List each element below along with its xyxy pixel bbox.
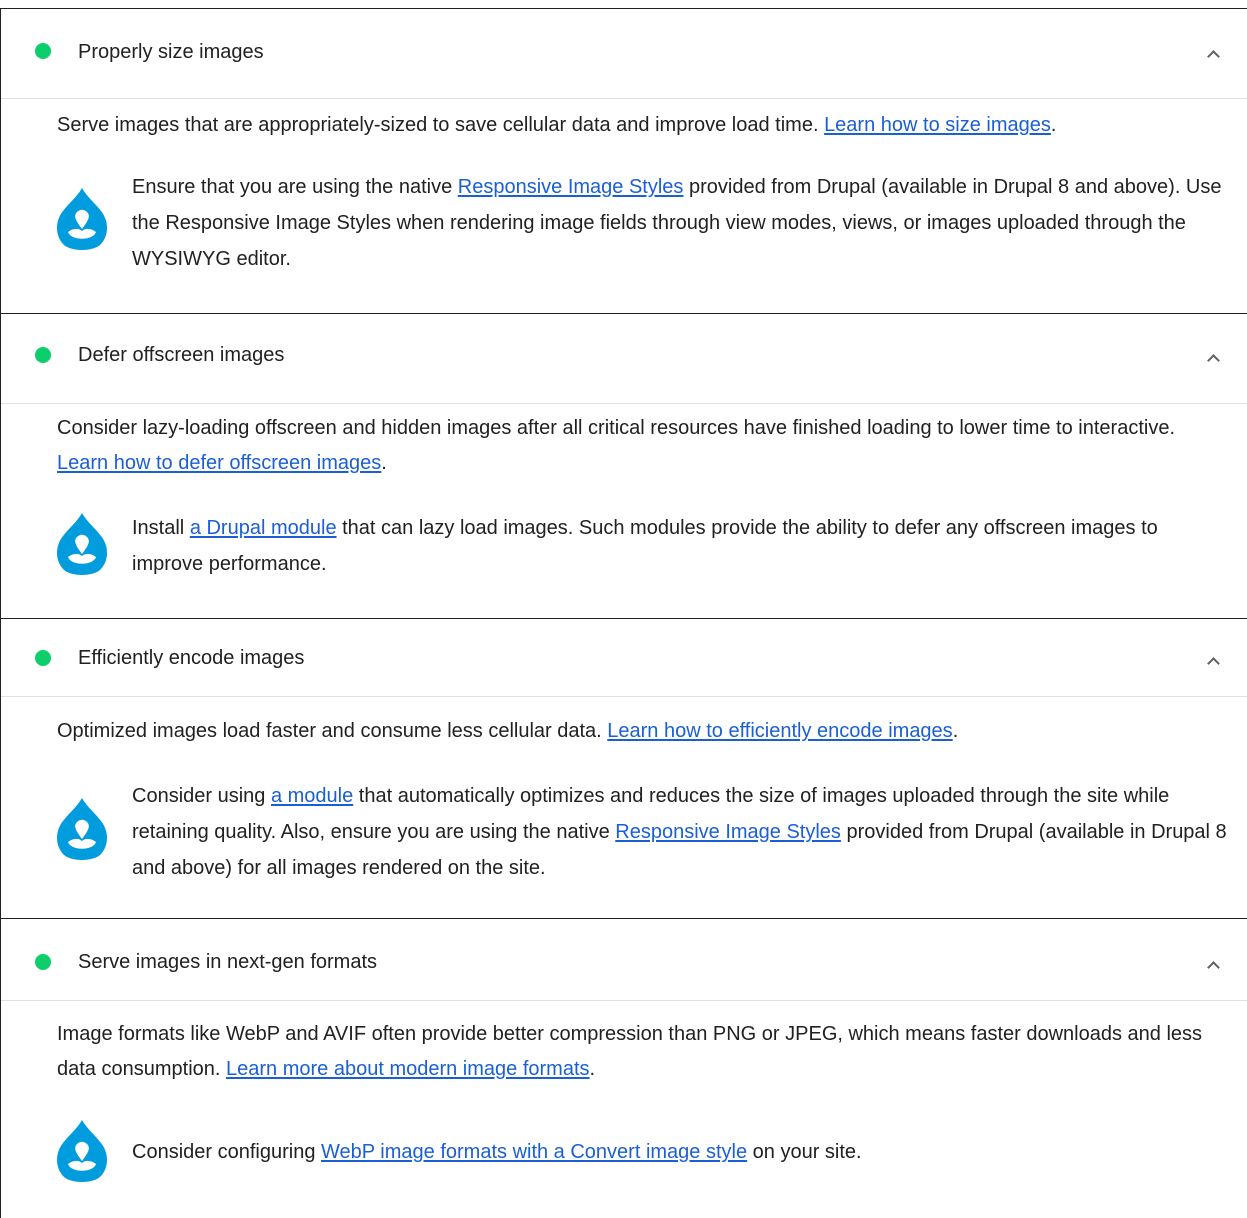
- chevron-up-icon[interactable]: [1207, 961, 1220, 974]
- pass-dot-icon: [35, 954, 51, 970]
- stack-pack-advice: Consider configuring WebP image formats …: [132, 1141, 862, 1163]
- audit-title: Efficiently encode images: [78, 647, 305, 669]
- chevron-up-icon[interactable]: [1207, 354, 1220, 367]
- chevron-up-icon[interactable]: [1207, 50, 1220, 63]
- audit-title: Properly size images: [78, 41, 264, 63]
- responsive-image-styles-link[interactable]: Responsive Image Styles: [458, 176, 684, 198]
- drupal-icon: [57, 1120, 107, 1182]
- audit-serve-next-gen-formats: Serve images in next-gen formats Image f…: [0, 918, 1247, 1218]
- audit-title: Defer offscreen images: [78, 344, 285, 366]
- audit-description: Serve images that are appropriately-size…: [57, 114, 1057, 136]
- stack-pack-advice: Consider using a module that automatical…: [132, 785, 1227, 879]
- drupal-icon: [57, 188, 107, 250]
- audit-description: Consider lazy-loading offscreen and hidd…: [57, 417, 1175, 474]
- webp-convert-image-style-link[interactable]: WebP image formats with a Convert image …: [321, 1141, 747, 1163]
- learn-more-link[interactable]: Learn more about modern image formats: [226, 1058, 590, 1080]
- audit-description: Optimized images load faster and consume…: [57, 720, 959, 742]
- pass-dot-icon: [35, 650, 51, 666]
- stack-pack-advice: Install a Drupal module that can lazy lo…: [132, 517, 1158, 575]
- pass-dot-icon: [35, 347, 51, 363]
- chevron-up-icon[interactable]: [1207, 657, 1220, 670]
- learn-more-link[interactable]: Learn how to efficiently encode images: [607, 720, 952, 742]
- stack-pack-advice: Ensure that you are using the native Res…: [132, 176, 1222, 270]
- audit-defer-offscreen-images: Defer offscreen images Consider lazy-loa…: [0, 313, 1247, 618]
- learn-more-link[interactable]: Learn how to defer offscreen images: [57, 452, 381, 474]
- drupal-module-link[interactable]: a Drupal module: [190, 517, 337, 539]
- audit-header[interactable]: Serve images in next-gen formats: [1, 919, 1247, 1001]
- responsive-image-styles-link[interactable]: Responsive Image Styles: [615, 821, 841, 843]
- audit-title: Serve images in next-gen formats: [78, 951, 378, 973]
- drupal-icon: [57, 798, 107, 860]
- audit-properly-size-images: Properly size images Serve images that a…: [0, 8, 1247, 313]
- pass-dot-icon: [35, 43, 51, 59]
- audit-efficiently-encode-images: Efficiently encode images Optimized imag…: [0, 618, 1247, 918]
- audit-header[interactable]: Defer offscreen images: [1, 314, 1247, 404]
- learn-more-link[interactable]: Learn how to size images: [824, 114, 1051, 136]
- audit-header[interactable]: Efficiently encode images: [1, 619, 1247, 697]
- drupal-icon: [57, 513, 107, 575]
- module-link[interactable]: a module: [271, 785, 353, 807]
- audit-description: Image formats like WebP and AVIF often p…: [57, 1023, 1203, 1080]
- audit-header[interactable]: Properly size images: [1, 9, 1247, 99]
